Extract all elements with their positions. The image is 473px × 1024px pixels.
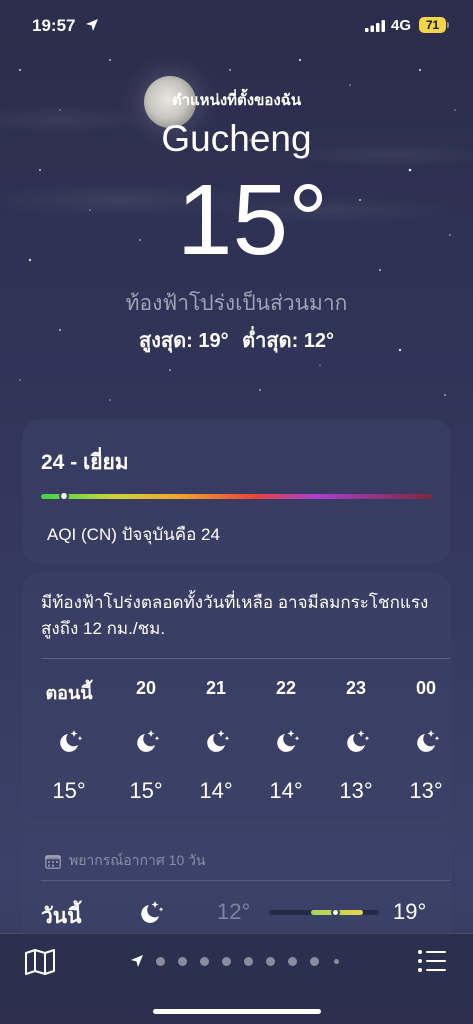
moon-stars-icon	[207, 730, 230, 752]
air-quality-card[interactable]: 24 - เยี่ยม AQI (CN) ปัจจุบันคือ 24	[23, 420, 450, 562]
aqi-indicator-dot	[59, 491, 70, 501]
hour-label: 20	[135, 678, 157, 698]
location-arrow-icon	[86, 19, 98, 31]
hour-item: 20 15°	[116, 678, 176, 804]
network-type: 4G	[391, 17, 412, 34]
hourly-forecast-card[interactable]: มีท้องฟ้าโปร่งตลอดทั้งวันที่เหลือ อาจมีล…	[23, 574, 450, 823]
high-temp: สูงสุด: 19°	[138, 330, 229, 352]
hourly-summary: มีท้องฟ้าโปร่งตลอดทั้งวันที่เหลือ อาจมีล…	[41, 593, 429, 638]
moon-stars-icon	[137, 730, 160, 752]
day-high-temp: 19°	[393, 899, 427, 924]
battery-level: 71	[425, 18, 440, 32]
page-dot	[310, 956, 319, 966]
divider	[41, 880, 450, 881]
hour-label: 22	[275, 678, 297, 698]
hour-item: 21 14°	[186, 678, 246, 804]
calendar-icon	[45, 854, 61, 869]
ten-day-header: พยากรณ์อากาศ 10 วัน	[45, 850, 206, 872]
hour-label: ตอนนี้	[45, 683, 93, 703]
hour-temp: 13°	[339, 778, 373, 803]
current-temperature: 15°	[176, 164, 329, 276]
hour-temp: 14°	[269, 778, 303, 803]
list-icon[interactable]	[417, 948, 447, 974]
page-dot	[178, 956, 187, 966]
hour-item: 00 13°	[396, 678, 456, 804]
temperature-range-bar	[269, 908, 379, 917]
page-dot	[222, 956, 231, 966]
page-dot	[244, 956, 253, 966]
page-dot	[200, 956, 209, 966]
aqi-scale-bar	[41, 494, 432, 499]
page-indicator[interactable]	[130, 954, 352, 968]
hour-item: ตอนนี้ 15°	[39, 678, 99, 804]
day-low-temp: 12°	[217, 899, 251, 924]
status-time: 19:57	[32, 16, 76, 35]
day-label: วันนี้	[41, 905, 82, 928]
status-bar: 19:57 4G 71	[0, 0, 473, 52]
map-icon[interactable]	[24, 948, 56, 976]
hour-temp: 15°	[52, 778, 86, 803]
moon-stars-icon	[141, 901, 164, 923]
hour-label: 23	[345, 678, 367, 698]
hour-item: 22 14°	[256, 678, 316, 804]
battery-cap	[447, 22, 449, 28]
moon-stars-icon	[277, 730, 300, 752]
hour-label: 21	[205, 678, 227, 698]
moon-stars-icon	[60, 730, 83, 752]
hour-label: 00	[415, 678, 437, 698]
cellular-signal-icon	[365, 20, 385, 32]
hour-temp: 13°	[409, 778, 443, 803]
battery-icon: 71	[419, 17, 446, 33]
home-indicator	[153, 1009, 321, 1014]
hour-temp: 15°	[129, 778, 163, 803]
aqi-title: 24 - เยี่ยม	[41, 451, 129, 474]
low-temp: ต่ำสุด: 12°	[242, 330, 335, 352]
weather-condition: ท้องฟ้าโปร่งเป็นส่วนมาก	[125, 292, 348, 315]
aqi-description: AQI (CN) ปัจจุบันคือ 24	[47, 525, 220, 544]
location-label: ตำแหน่งที่ตั้งของฉัน	[171, 92, 302, 109]
moon-stars-icon	[347, 730, 370, 752]
moon-stars-icon	[417, 730, 440, 752]
current-temp-dot	[331, 908, 340, 917]
hour-item: 23 13°	[326, 678, 386, 804]
page-dot	[266, 956, 275, 966]
high-low-temps: สูงสุด: 19° ต่ำสุด: 12°	[0, 324, 473, 356]
city-name: Gucheng	[161, 118, 312, 159]
page-dot	[156, 956, 165, 966]
divider	[41, 658, 450, 659]
page-dot	[334, 958, 339, 964]
ten-day-title: พยากรณ์อากาศ 10 วัน	[69, 852, 206, 868]
page-dot	[288, 956, 297, 966]
hour-temp: 14°	[199, 778, 233, 803]
location-arrow-icon	[131, 955, 143, 967]
